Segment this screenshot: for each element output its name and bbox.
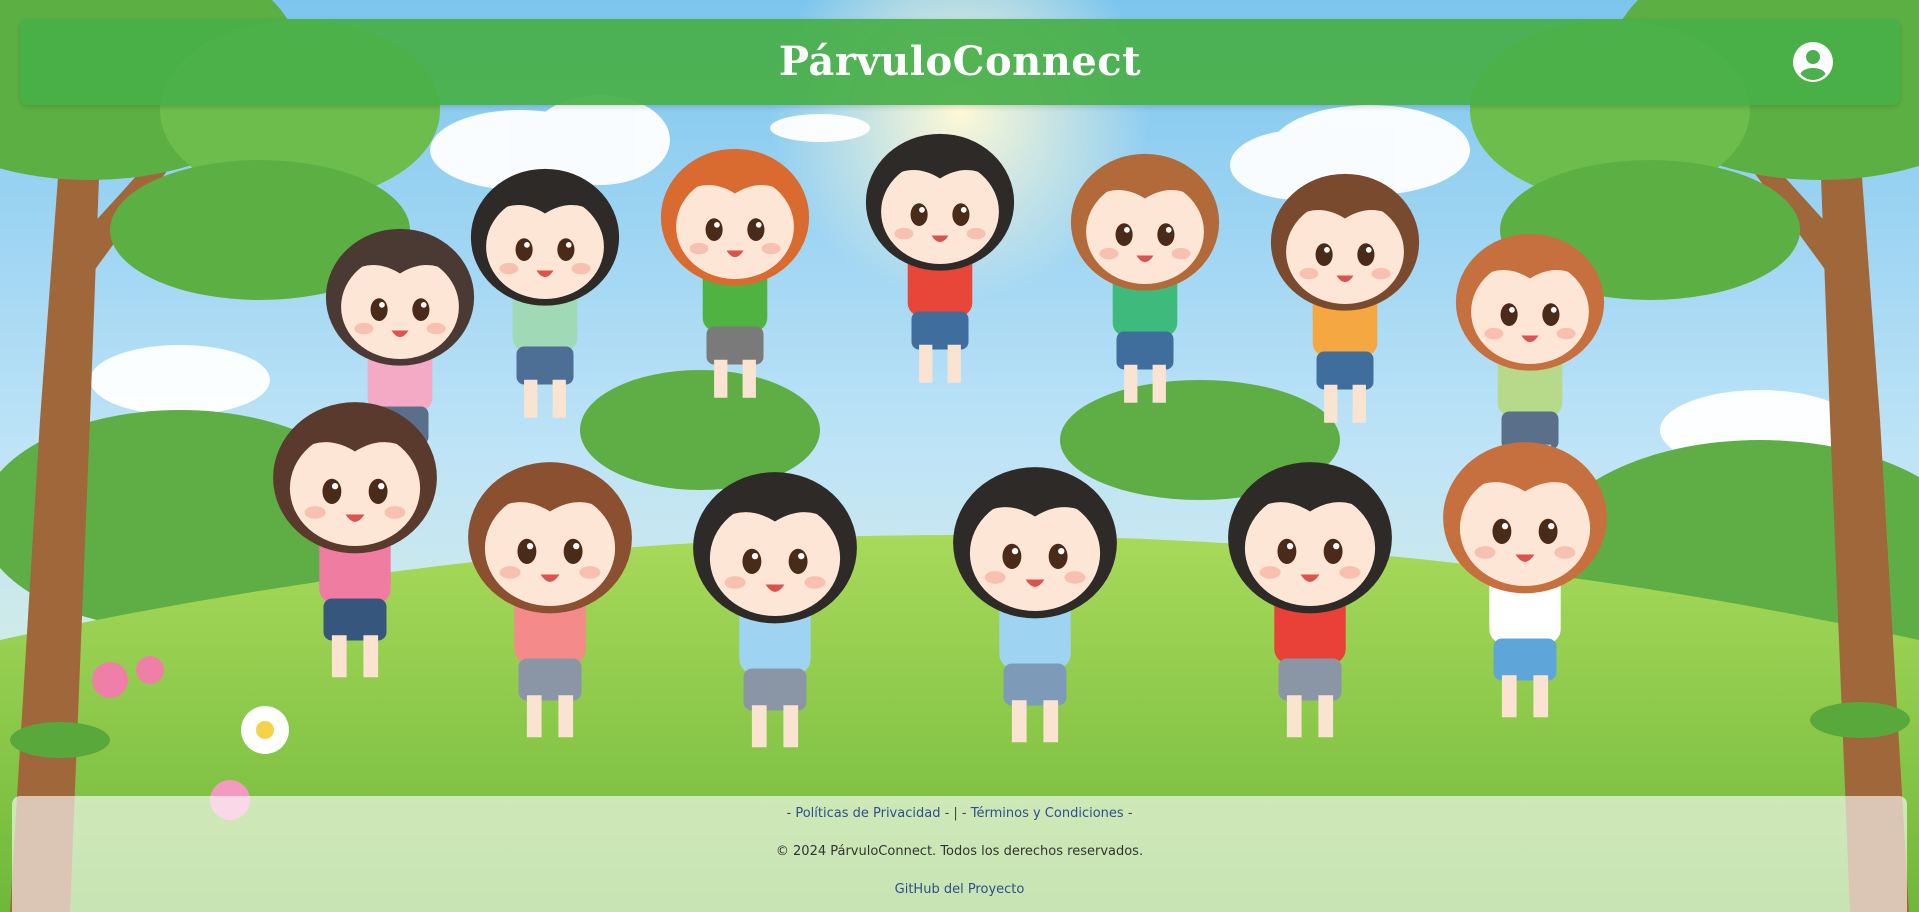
footer-links: - Políticas de Privacidad - | - Términos… bbox=[12, 806, 1907, 821]
user-account-button[interactable] bbox=[1792, 41, 1834, 83]
top-header-bar: PárvuloConnect bbox=[20, 19, 1900, 105]
copyright-text: © 2024 PárvuloConnect. Todos los derecho… bbox=[775, 844, 1144, 859]
user-circle-icon bbox=[1793, 42, 1833, 82]
footer-dash-left: - bbox=[786, 806, 792, 821]
privacy-policy-link[interactable]: Políticas de Privacidad bbox=[795, 806, 940, 821]
background-illustration bbox=[0, 0, 1919, 912]
footer-dash-right: - bbox=[1127, 806, 1133, 821]
footer: - Políticas de Privacidad - | - Términos… bbox=[12, 796, 1907, 912]
footer-separator: - | - bbox=[944, 806, 967, 821]
terms-conditions-link[interactable]: Términos y Condiciones bbox=[971, 806, 1124, 821]
app-title[interactable]: PárvuloConnect bbox=[20, 19, 1900, 105]
github-project-link[interactable]: GitHub del Proyecto bbox=[895, 882, 1025, 897]
